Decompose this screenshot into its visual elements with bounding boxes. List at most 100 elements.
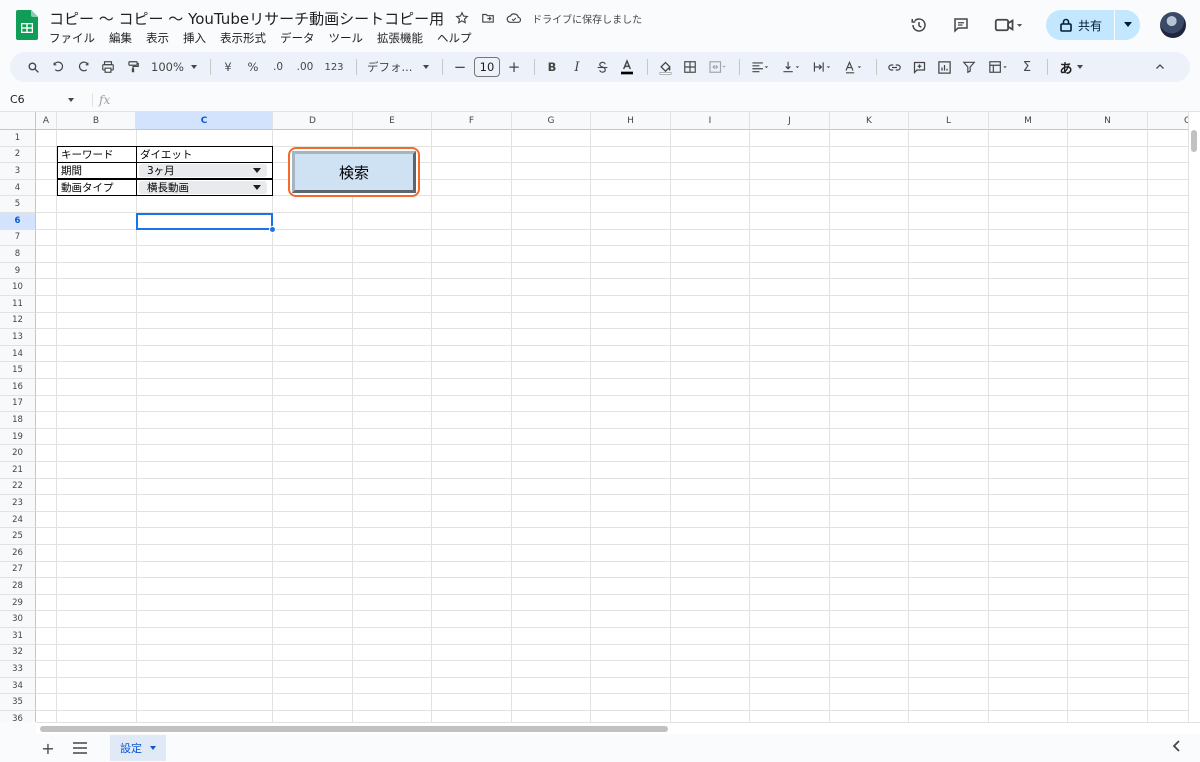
avatar[interactable] [1160, 12, 1186, 38]
search-menus-icon[interactable] [22, 55, 44, 79]
functions-button[interactable]: Σ [1016, 55, 1038, 79]
strikethrough-icon[interactable] [591, 55, 613, 79]
row-header[interactable]: 9 [0, 262, 36, 280]
column-header[interactable]: C [136, 112, 273, 130]
merge-cells-icon[interactable] [704, 55, 730, 79]
collapse-toolbar-icon[interactable] [1149, 55, 1171, 79]
menu-data[interactable]: データ [280, 28, 321, 48]
row-header[interactable]: 32 [0, 644, 36, 662]
print-icon[interactable] [97, 55, 119, 79]
italic-button[interactable]: I [566, 55, 588, 79]
column-header[interactable]: I [671, 112, 750, 130]
document-title[interactable]: コピー 〜 コピー 〜 YouTubeリサーチ動画シートコピー用 [49, 8, 444, 29]
font-select[interactable]: デフォ... [363, 55, 433, 79]
text-wrapping-icon[interactable] [808, 55, 836, 79]
spreadsheet-grid[interactable]: A B C D E F G H I J K L M N O 1234567891… [0, 112, 1200, 722]
sheet-tab-settings[interactable]: 設定 [110, 735, 166, 761]
menu-tools[interactable]: ツール [329, 28, 370, 48]
row-header[interactable]: 29 [0, 594, 36, 612]
row-header[interactable]: 21 [0, 462, 36, 479]
column-header[interactable]: B [57, 112, 136, 130]
filter-views-icon[interactable] [983, 55, 1013, 79]
vertical-scroll-thumb[interactable] [1191, 130, 1197, 152]
row-header[interactable]: 12 [0, 312, 36, 330]
fill-handle[interactable] [269, 226, 276, 233]
meet-icon[interactable] [992, 14, 1026, 36]
row-header[interactable]: 3 [0, 163, 36, 180]
insert-comment-icon[interactable] [908, 55, 930, 79]
row-header[interactable]: 7 [0, 229, 36, 247]
paint-format-icon[interactable] [122, 55, 144, 79]
text-color-icon[interactable] [616, 55, 638, 79]
filter-icon[interactable] [958, 55, 980, 79]
row-header[interactable]: 18 [0, 412, 36, 429]
vertical-scrollbar[interactable] [1188, 112, 1200, 722]
row-header[interactable]: 33 [0, 661, 36, 678]
menu-file[interactable]: ファイル [49, 28, 101, 48]
star-icon[interactable] [454, 10, 470, 26]
move-folder-icon[interactable] [480, 10, 496, 26]
borders-icon[interactable] [679, 55, 701, 79]
menu-edit[interactable]: 編集 [109, 28, 138, 48]
cell-c2[interactable]: ダイエット [136, 146, 273, 163]
row-header[interactable]: 20 [0, 445, 36, 462]
row-header[interactable]: 25 [0, 528, 36, 545]
row-header[interactable]: 8 [0, 246, 36, 263]
video-type-dropdown[interactable]: 横長動画 [139, 181, 267, 194]
row-header[interactable]: 4 [0, 179, 36, 197]
fill-color-icon[interactable] [654, 55, 676, 79]
period-dropdown[interactable]: 3ヶ月 [139, 164, 267, 177]
number-format-button[interactable]: 123 [321, 55, 347, 79]
currency-format-button[interactable]: ¥ [217, 55, 239, 79]
cloud-saved-icon[interactable] [506, 10, 522, 26]
share-dropdown[interactable] [1114, 10, 1140, 40]
row-header[interactable]: 13 [0, 329, 36, 346]
percent-format-button[interactable]: % [242, 55, 264, 79]
horizontal-scroll-thumb[interactable] [40, 726, 668, 732]
cell-b2[interactable]: キーワード [57, 146, 137, 163]
column-header[interactable]: M [989, 112, 1068, 130]
column-header[interactable]: F [432, 112, 512, 130]
row-header[interactable]: 31 [0, 628, 36, 645]
cell-c4[interactable]: 横長動画 [136, 179, 273, 196]
insert-chart-icon[interactable] [933, 55, 955, 79]
undo-icon[interactable] [47, 55, 69, 79]
increase-decimal-button[interactable]: .00 [292, 55, 318, 79]
decrease-decimal-button[interactable]: .0 [267, 55, 289, 79]
column-header[interactable]: K [830, 112, 909, 130]
sheets-logo-icon[interactable] [16, 10, 38, 40]
cell-b4[interactable]: 動画タイプ [57, 179, 137, 196]
menu-view[interactable]: 表示 [146, 28, 175, 48]
vertical-align-icon[interactable] [777, 55, 805, 79]
share-button[interactable]: 共有 [1046, 10, 1114, 40]
column-header[interactable]: G [512, 112, 591, 130]
row-header[interactable]: 16 [0, 379, 36, 396]
row-header[interactable]: 28 [0, 578, 36, 595]
row-header[interactable]: 11 [0, 296, 36, 313]
font-size-increase-icon[interactable]: + [503, 55, 525, 79]
row-header[interactable]: 19 [0, 428, 36, 446]
row-header[interactable]: 26 [0, 545, 36, 562]
row-header[interactable]: 27 [0, 561, 36, 579]
row-header[interactable]: 22 [0, 478, 36, 496]
column-header[interactable]: A [36, 112, 57, 130]
select-all-corner[interactable] [0, 112, 36, 130]
column-header[interactable]: D [273, 112, 353, 130]
name-box[interactable]: C6 [0, 93, 80, 106]
horizontal-align-icon[interactable] [746, 55, 774, 79]
caret-down-icon[interactable] [150, 746, 156, 750]
column-header[interactable]: L [909, 112, 989, 130]
cell-c3[interactable]: 3ヶ月 [136, 162, 273, 179]
cell-b3[interactable]: 期間 [57, 162, 137, 179]
menu-help[interactable]: ヘルプ [437, 28, 478, 48]
row-header[interactable]: 15 [0, 362, 36, 379]
all-sheets-icon[interactable] [70, 738, 90, 758]
menu-extensions[interactable]: 拡張機能 [377, 28, 429, 48]
row-header[interactable]: 6 [0, 213, 36, 230]
bold-button[interactable]: B [541, 55, 563, 79]
side-panel-toggle-icon[interactable] [1172, 740, 1182, 756]
column-header[interactable]: H [591, 112, 671, 130]
row-header[interactable]: 36 [0, 711, 36, 722]
row-header[interactable]: 10 [0, 279, 36, 296]
formula-input[interactable] [110, 90, 1200, 110]
